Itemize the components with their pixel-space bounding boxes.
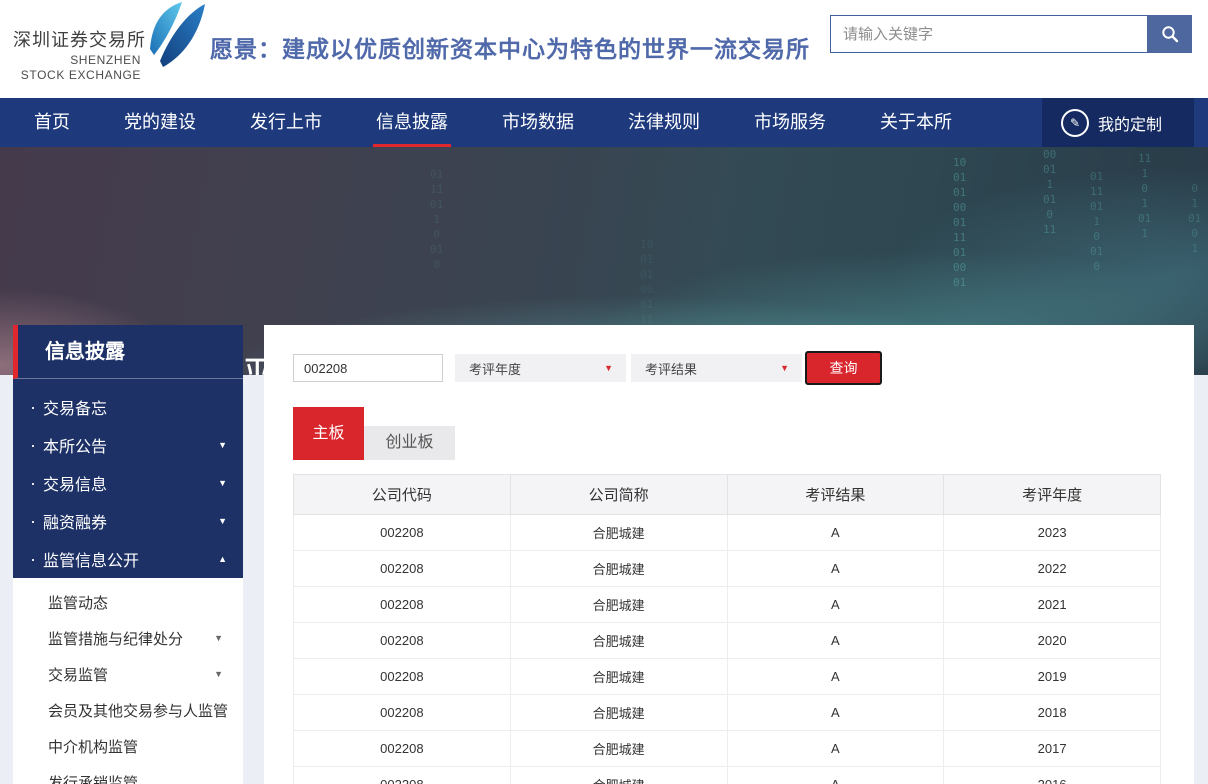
table-row: 002208 合肥城建 A 2018 — [294, 695, 1161, 731]
sidebar-item-announcements[interactable]: · 本所公告 ▼ — [13, 426, 243, 464]
sidebar-item-margin-trading[interactable]: · 融资融券 ▼ — [13, 502, 243, 540]
logo-en-line1: SHENZHEN — [13, 54, 141, 67]
table-row: 002208 合肥城建 A 2017 — [294, 731, 1161, 767]
search-icon — [1161, 25, 1179, 43]
site-slogan: 愿景：建成以优质创新资本中心为特色的世界一流交易所 — [210, 30, 810, 64]
sidebar-item-trading-memo[interactable]: · 交易备忘 — [13, 388, 243, 426]
table-header-row: 公司代码 公司简称 考评结果 考评年度 — [294, 475, 1161, 515]
nav-item-market-data[interactable]: 市场数据 — [502, 98, 574, 147]
submenu-item-measures-discipline[interactable]: 监管措施与纪律处分 ▼ — [13, 620, 243, 656]
nav-item-about[interactable]: 关于本所 — [880, 98, 952, 147]
sidebar-item-regulatory-disclosure[interactable]: · 监管信息公开 ▲ — [13, 540, 243, 578]
szse-logo[interactable]: 深圳证券交易所 SHENZHEN STOCK EXCHANGE — [13, 24, 213, 90]
col-header-result: 考评结果 — [727, 475, 944, 515]
logo-cn-title: 深圳证券交易所 — [13, 26, 141, 52]
content-card: 考评年度 ▼ 考评结果 ▼ 查询 主板 创业板 公司代码 公司简称 考评结果 考… — [264, 325, 1194, 784]
binary-decoration: 01 11 01 1 0 01 0 — [430, 167, 443, 272]
binary-decoration: 01 11 01 1 0 01 0 — [1090, 169, 1103, 274]
table-row: 002208 合肥城建 A 2021 — [294, 587, 1161, 623]
nav-items: 首页 党的建设 发行上市 信息披露 市场数据 法律规则 市场服务 关于本所 — [0, 98, 1208, 147]
evaluation-result-select[interactable]: 考评结果 ▼ — [631, 354, 802, 382]
szse-logo-icon — [147, 1, 211, 67]
query-button[interactable]: 查询 — [805, 351, 882, 385]
chevron-down-icon: ▼ — [218, 440, 227, 450]
nav-item-disclosure[interactable]: 信息披露 — [376, 98, 448, 147]
sidebar-title: 信息披露 — [13, 325, 243, 379]
table-row: 002208 合肥城建 A 2020 — [294, 623, 1161, 659]
tab-chinext[interactable]: 创业板 — [364, 426, 455, 460]
pencil-icon: ✎ — [1061, 109, 1089, 137]
chevron-down-icon: ▼ — [214, 633, 223, 643]
binary-decoration: 10 01 01 00 01 11 01 00 01 — [953, 155, 966, 290]
submenu-item-intermediary-supervision[interactable]: 中介机构监管 — [13, 728, 243, 764]
bullet-icon: · — [30, 464, 36, 502]
col-header-company-code: 公司代码 — [294, 475, 511, 515]
chevron-down-icon: ▼ — [604, 363, 626, 373]
company-code-input[interactable] — [293, 354, 443, 382]
table-row: 002208 合肥城建 A 2023 — [294, 515, 1161, 551]
page: 深圳证券交易所 SHENZHEN STOCK EXCHANGE 愿景：建成以优质… — [0, 0, 1208, 784]
header: 深圳证券交易所 SHENZHEN STOCK EXCHANGE 愿景：建成以优质… — [0, 0, 1208, 98]
nav-item-rules[interactable]: 法律规则 — [628, 98, 700, 147]
sidebar-disclosure: 信息披露 · 交易备忘 · 本所公告 ▼ · 交易信息 ▼ · 融资融券 ▼ — [13, 325, 243, 591]
nav-item-party-building[interactable]: 党的建设 — [124, 98, 196, 147]
binary-decoration: 00 01 1 01 0 11 — [1043, 147, 1056, 237]
chevron-up-icon: ▲ — [218, 554, 227, 564]
sidebar-submenu: 监管动态 监管措施与纪律处分 ▼ 交易监管 ▼ 会员及其他交易参与人监管 中介机… — [13, 578, 243, 784]
evaluation-year-select[interactable]: 考评年度 ▼ — [455, 354, 626, 382]
nav-item-services[interactable]: 市场服务 — [754, 98, 826, 147]
chevron-down-icon: ▼ — [214, 669, 223, 679]
chevron-down-icon: ▼ — [218, 516, 227, 526]
nav-item-listing[interactable]: 发行上市 — [250, 98, 322, 147]
binary-decoration: 0 1 01 0 1 — [1188, 181, 1201, 256]
bullet-icon: · — [30, 426, 36, 464]
submenu-item-trading-supervision[interactable]: 交易监管 ▼ — [13, 656, 243, 692]
sidebar-menu: · 交易备忘 · 本所公告 ▼ · 交易信息 ▼ · 融资融券 ▼ · 监管信息… — [13, 379, 243, 591]
tab-main-board[interactable]: 主板 — [293, 407, 364, 460]
table-row: 002208 合肥城建 A 2019 — [294, 659, 1161, 695]
bullet-icon: · — [30, 540, 36, 578]
bullet-icon: · — [30, 502, 36, 540]
binary-decoration: 11 1 0 1 01 1 — [1138, 151, 1151, 241]
logo-en-line2: STOCK EXCHANGE — [13, 69, 141, 82]
col-header-company-name: 公司简称 — [510, 475, 727, 515]
main-nav: 首页 党的建设 发行上市 信息披露 市场数据 法律规则 市场服务 关于本所 ✎ … — [0, 98, 1208, 147]
logo-text: 深圳证券交易所 SHENZHEN STOCK EXCHANGE — [13, 26, 141, 82]
evaluation-table: 公司代码 公司简称 考评结果 考评年度 002208 合肥城建 A 2023 0… — [293, 474, 1161, 784]
table-row: 002208 合肥城建 A 2016 — [294, 767, 1161, 784]
my-customization-label: 我的定制 — [1098, 111, 1162, 135]
my-customization-button[interactable]: ✎ 我的定制 — [1042, 98, 1194, 147]
table-row: 002208 合肥城建 A 2022 — [294, 551, 1161, 587]
sidebar-item-trading-info[interactable]: · 交易信息 ▼ — [13, 464, 243, 502]
search-input[interactable] — [830, 15, 1148, 53]
col-header-year: 考评年度 — [944, 475, 1161, 515]
submenu-item-member-supervision[interactable]: 会员及其他交易参与人监管 — [13, 692, 243, 728]
submenu-item-regulatory-news[interactable]: 监管动态 — [13, 584, 243, 620]
submenu-item-underwriting-supervision[interactable]: 发行承销监管 — [13, 764, 243, 784]
chevron-down-icon: ▼ — [780, 363, 802, 373]
nav-item-home[interactable]: 首页 — [34, 98, 70, 147]
chevron-down-icon: ▼ — [218, 478, 227, 488]
search-button[interactable] — [1147, 15, 1192, 53]
bullet-icon: · — [30, 388, 36, 426]
